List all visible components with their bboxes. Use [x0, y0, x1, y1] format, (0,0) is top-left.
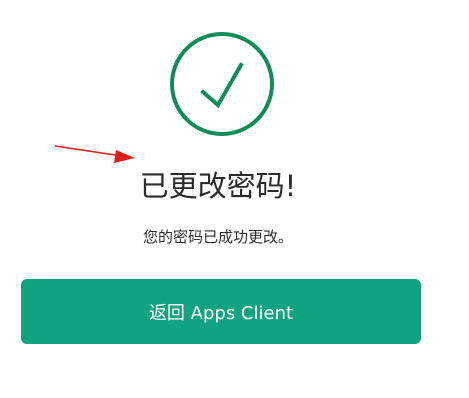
page-title: 已更改密码! [139, 169, 297, 203]
check-circle-icon [170, 32, 274, 136]
red-arrow-icon [54, 145, 135, 163]
success-message: 您的密码已成功更改。 [142, 228, 293, 246]
return-to-app-button[interactable]: 返回 Apps Client [21, 279, 421, 344]
